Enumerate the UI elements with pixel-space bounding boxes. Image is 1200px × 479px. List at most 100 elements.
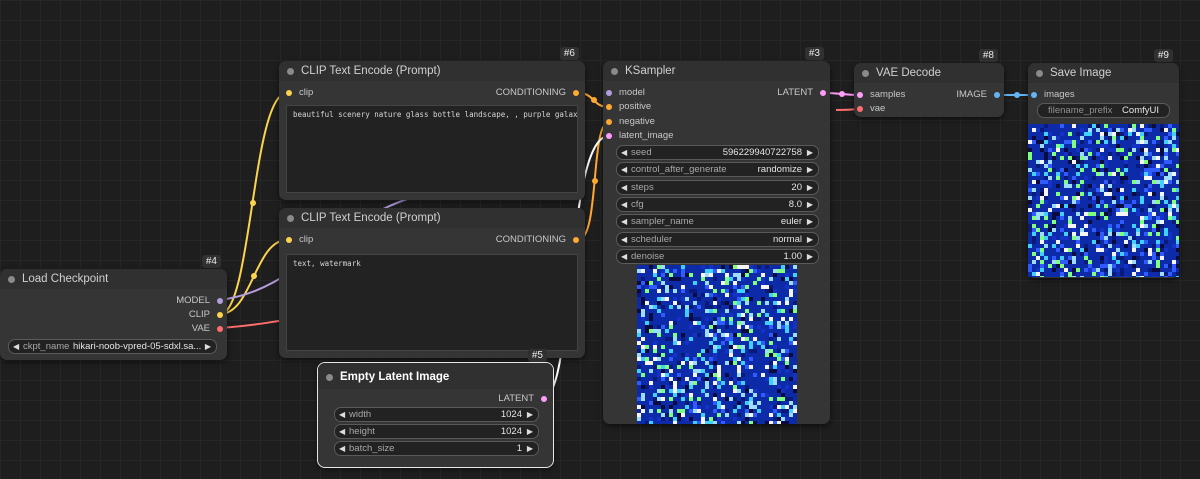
- node-load-checkpoint[interactable]: #4 Load Checkpoint MODEL CLIP VAE ◀ ckpt…: [0, 255, 227, 360]
- steps-widget[interactable]: ◀ steps 20 ▶: [616, 179, 819, 195]
- node-title: CLIP Text Encode (Prompt): [301, 65, 441, 77]
- slot-dot-icon[interactable]: [606, 119, 612, 125]
- slot-dot-icon[interactable]: [1031, 92, 1037, 98]
- slot-dot-icon[interactable]: [606, 104, 612, 110]
- saved-image: [1028, 124, 1179, 277]
- arrow-left-icon[interactable]: ◀: [621, 163, 627, 176]
- arrow-left-icon[interactable]: ◀: [621, 250, 627, 263]
- node-save-image[interactable]: #9 Save Image images filename_prefix Com…: [1028, 49, 1179, 278]
- arrow-right-icon[interactable]: ▶: [807, 215, 813, 228]
- arrow-right-icon[interactable]: ▶: [807, 181, 813, 194]
- slot-dot-icon[interactable]: [217, 326, 223, 332]
- sampler-name-widget[interactable]: ◀ sampler_name euler ▶: [616, 214, 819, 230]
- arrow-right-icon[interactable]: ▶: [527, 442, 533, 455]
- arrow-right-icon[interactable]: ▶: [527, 425, 533, 438]
- prompt-textarea[interactable]: text, watermark: [286, 254, 578, 351]
- arrow-left-icon[interactable]: ◀: [621, 233, 627, 246]
- input-clip[interactable]: clip: [286, 234, 313, 246]
- arrow-right-icon[interactable]: ▶: [807, 146, 813, 159]
- ckpt-name-combo[interactable]: ◀ ckpt_name hikari-noob-vpred-05-sdxl.sa…: [8, 339, 217, 354]
- input-images[interactable]: images: [1031, 89, 1075, 101]
- node-title-bar[interactable]: KSampler: [603, 61, 830, 81]
- output-latent[interactable]: LATENT: [777, 87, 826, 99]
- input-vae[interactable]: vae: [857, 103, 885, 115]
- arrow-right-icon[interactable]: ▶: [807, 233, 813, 246]
- slot-dot-icon[interactable]: [606, 90, 612, 96]
- node-id-badge: #8: [978, 49, 998, 62]
- slot-dot-icon[interactable]: [286, 90, 292, 96]
- arrow-left-icon[interactable]: ◀: [339, 408, 345, 421]
- input-clip[interactable]: clip: [286, 87, 313, 99]
- width-input[interactable]: ◀ width 1024 ▶: [334, 407, 539, 422]
- node-clip-text-encode-positive[interactable]: #6 CLIP Text Encode (Prompt) clip CONDIT…: [279, 47, 585, 200]
- wire-clip-to-negative: [219, 239, 288, 315]
- slot-dot-icon[interactable]: [286, 237, 292, 243]
- arrow-right-icon[interactable]: ▶: [807, 163, 813, 176]
- slot-dot-icon[interactable]: [573, 237, 579, 243]
- node-title: CLIP Text Encode (Prompt): [301, 212, 441, 224]
- arrow-left-icon[interactable]: ◀: [13, 340, 19, 353]
- slot-dot-icon[interactable]: [994, 92, 1000, 98]
- output-clip[interactable]: CLIP: [189, 309, 223, 321]
- arrow-right-icon[interactable]: ▶: [527, 408, 533, 421]
- node-vae-decode[interactable]: #8 VAE Decode samples vae IMAGE: [854, 49, 1004, 117]
- arrow-right-icon[interactable]: ▶: [205, 340, 211, 353]
- node-ksampler[interactable]: #3 KSampler model positive negative late…: [603, 47, 830, 424]
- slot-dot-icon[interactable]: [857, 106, 863, 112]
- seed-widget[interactable]: ◀ seed 596229940722758 ▶: [616, 145, 819, 160]
- input-negative[interactable]: negative: [606, 116, 655, 128]
- node-title-bar[interactable]: VAE Decode: [854, 63, 1004, 83]
- denoise-widget[interactable]: ◀ denoise 1.00 ▶: [616, 248, 819, 264]
- scheduler-widget[interactable]: ◀ scheduler normal ▶: [616, 231, 819, 247]
- cfg-widget[interactable]: ◀ cfg 8.0 ▶: [616, 196, 819, 212]
- collapse-dot-icon[interactable]: [611, 68, 618, 75]
- output-vae[interactable]: VAE: [192, 323, 223, 335]
- collapse-dot-icon[interactable]: [862, 70, 869, 77]
- input-positive[interactable]: positive: [606, 101, 651, 113]
- node-title-bar[interactable]: CLIP Text Encode (Prompt): [279, 61, 585, 81]
- arrow-right-icon[interactable]: ▶: [807, 250, 813, 263]
- node-title-bar[interactable]: Load Checkpoint: [0, 269, 227, 289]
- output-conditioning[interactable]: CONDITIONING: [496, 87, 579, 99]
- collapse-dot-icon[interactable]: [1036, 70, 1043, 77]
- node-title-bar[interactable]: Empty Latent Image: [318, 363, 553, 389]
- output-model[interactable]: MODEL: [176, 295, 223, 307]
- input-model[interactable]: model: [606, 87, 645, 99]
- slot-dot-icon[interactable]: [606, 133, 612, 139]
- output-image[interactable]: IMAGE: [956, 89, 1000, 101]
- output-latent[interactable]: LATENT: [498, 393, 547, 405]
- node-title-bar[interactable]: Save Image: [1028, 63, 1179, 83]
- collapse-dot-icon[interactable]: [8, 276, 15, 283]
- slot-dot-icon[interactable]: [573, 90, 579, 96]
- collapse-dot-icon[interactable]: [326, 374, 333, 381]
- slot-dot-icon[interactable]: [820, 90, 826, 96]
- slot-dot-icon[interactable]: [857, 92, 863, 98]
- prompt-textarea[interactable]: beautiful scenery nature glass bottle la…: [286, 105, 578, 193]
- input-samples[interactable]: samples: [857, 89, 905, 101]
- arrow-left-icon[interactable]: ◀: [621, 181, 627, 194]
- arrow-right-icon[interactable]: ▶: [807, 198, 813, 211]
- arrow-left-icon[interactable]: ◀: [621, 215, 627, 228]
- height-input[interactable]: ◀ height 1024 ▶: [334, 424, 539, 439]
- arrow-left-icon[interactable]: ◀: [339, 425, 345, 438]
- slot-dot-icon[interactable]: [541, 396, 547, 402]
- node-title-bar[interactable]: CLIP Text Encode (Prompt): [279, 208, 585, 228]
- control-after-generate-widget[interactable]: ◀ control_after_generate randomize ▶: [616, 162, 819, 178]
- batch-size-input[interactable]: ◀ batch_size 1 ▶: [334, 441, 539, 456]
- connection-wires: [219, 91, 1036, 399]
- slot-dot-icon[interactable]: [217, 312, 223, 318]
- filename-prefix-input[interactable]: filename_prefix ComfyUI: [1037, 103, 1170, 118]
- collapse-dot-icon[interactable]: [287, 215, 294, 222]
- collapse-dot-icon[interactable]: [287, 68, 294, 75]
- output-conditioning[interactable]: CONDITIONING: [496, 234, 579, 246]
- node-clip-text-encode-negative[interactable]: CLIP Text Encode (Prompt) clip CONDITION…: [279, 208, 585, 358]
- node-id-badge: #4: [201, 255, 221, 268]
- arrow-left-icon[interactable]: ◀: [339, 442, 345, 455]
- node-empty-latent-image[interactable]: #5 Empty Latent Image LATENT ◀ width 102…: [317, 349, 554, 468]
- arrow-left-icon[interactable]: ◀: [621, 146, 627, 159]
- node-title: Save Image: [1050, 67, 1112, 79]
- slot-dot-icon[interactable]: [217, 298, 223, 304]
- noise-output: [1028, 124, 1179, 277]
- arrow-left-icon[interactable]: ◀: [621, 198, 627, 211]
- input-latent-image[interactable]: latent_image: [606, 130, 673, 142]
